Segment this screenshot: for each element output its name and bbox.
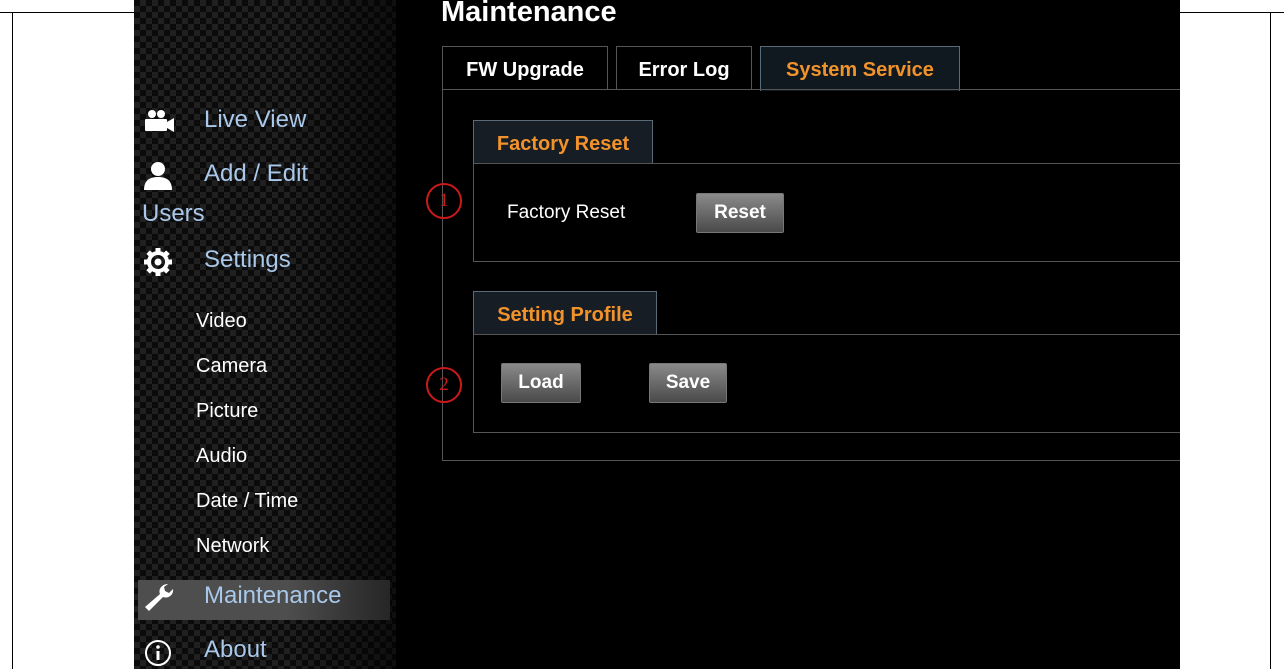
sidebar-subitem-camera[interactable]: Camera — [196, 355, 267, 378]
app-window: Live View Add / Edit Users Settings Vide… — [134, 0, 1180, 669]
system-service-panel: Factory Reset Factory Reset Reset Settin… — [442, 89, 1180, 461]
outer-frame-right — [1270, 12, 1271, 669]
callout-2: 2 — [426, 367, 462, 403]
setting-profile-section-title: Setting Profile — [473, 291, 657, 335]
sidebar-item-settings[interactable]: Settings — [142, 246, 382, 278]
sidebar-subitem-picture[interactable]: Picture — [196, 400, 258, 423]
sidebar-item-label: Maintenance — [204, 582, 342, 609]
user-icon — [142, 160, 178, 190]
sidebar-item-add-edit-users[interactable]: Add / Edit — [142, 160, 382, 192]
info-icon — [142, 636, 178, 666]
sidebar-subitem-video[interactable]: Video — [196, 310, 247, 333]
tab-system-service[interactable]: System Service — [760, 46, 960, 91]
sidebar-item-label: Add / Edit — [204, 160, 309, 187]
sidebar-item-label: Live View — [204, 106, 307, 133]
sidebar-subitem-date-time[interactable]: Date / Time — [196, 490, 298, 513]
load-button[interactable]: Load — [501, 363, 581, 403]
sidebar-subitem-network[interactable]: Network — [196, 535, 269, 558]
factory-reset-section-title: Factory Reset — [473, 120, 653, 164]
sidebar-item-add-edit-users-line2[interactable]: Users — [142, 200, 205, 230]
factory-reset-label: Factory Reset — [507, 202, 626, 223]
save-button[interactable]: Save — [649, 363, 727, 403]
reset-button[interactable]: Reset — [696, 193, 784, 233]
video-camera-icon — [142, 106, 178, 136]
outer-frame-left — [12, 12, 13, 669]
sidebar-item-about[interactable]: About — [142, 636, 382, 668]
tab-error-log[interactable]: Error Log — [616, 46, 752, 90]
gear-icon — [142, 246, 178, 276]
page-title: Maintenance — [441, 0, 617, 28]
callout-1: 1 — [426, 183, 462, 219]
sidebar-item-live-view[interactable]: Live View — [142, 106, 382, 138]
sidebar-item-label: Settings — [204, 246, 291, 273]
sidebar-subitem-audio[interactable]: Audio — [196, 445, 247, 468]
wrench-icon — [142, 582, 178, 612]
sidebar-item-maintenance[interactable]: Maintenance — [142, 582, 382, 614]
sidebar: Live View Add / Edit Users Settings Vide… — [134, 0, 396, 669]
sidebar-item-label: About — [204, 636, 267, 663]
sidebar-item-label: Users — [142, 200, 205, 227]
tab-fw-upgrade[interactable]: FW Upgrade — [442, 46, 608, 90]
